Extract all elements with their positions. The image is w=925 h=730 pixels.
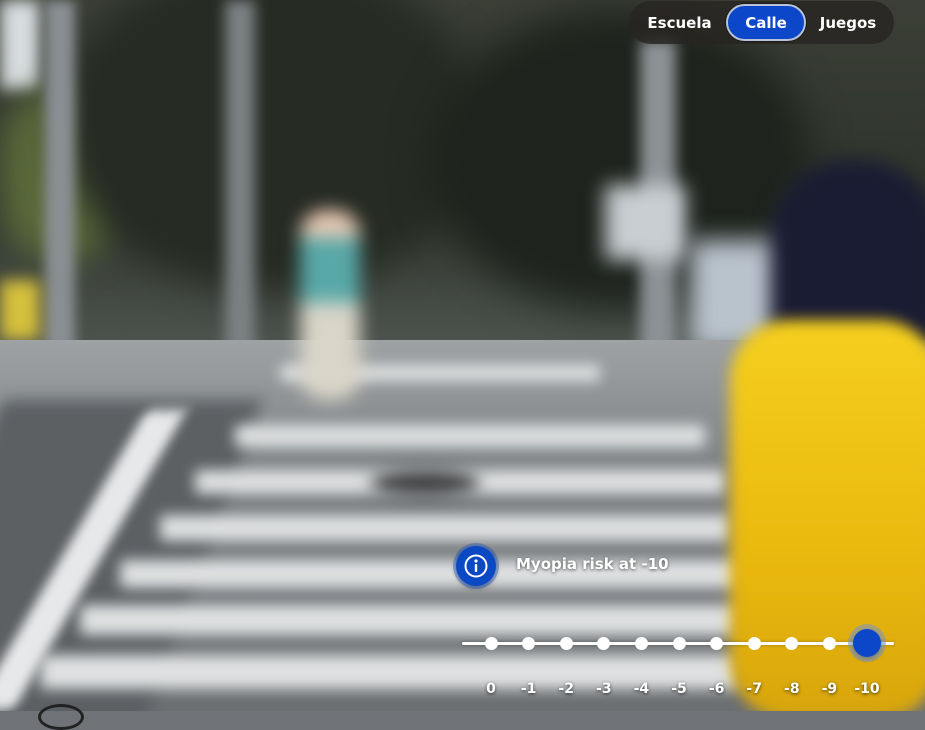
slider-tick-label[interactable]: -2 [546, 681, 586, 697]
slider-stop[interactable] [484, 637, 498, 650]
myopia-risk-label: Myopia risk at -10 [516, 555, 669, 573]
info-button[interactable] [456, 546, 496, 586]
slider-knob[interactable] [853, 629, 881, 657]
corner-handle [38, 704, 84, 730]
slider-stop[interactable] [822, 637, 836, 650]
slider-tick-label[interactable]: -8 [772, 681, 812, 697]
slider-stop[interactable] [597, 637, 611, 650]
tab-calle[interactable]: Calle [726, 4, 806, 41]
scene-tabs: Escuela Calle Juegos [629, 1, 894, 44]
slider-tick-label[interactable]: 0 [471, 681, 511, 697]
slider-stop[interactable] [559, 637, 573, 650]
slider-tick-label[interactable]: -7 [734, 681, 774, 697]
slider-tick-label[interactable]: -10 [847, 681, 887, 697]
slider-stop[interactable] [785, 637, 799, 650]
slider-stop[interactable] [672, 637, 686, 650]
slider-tick-label[interactable]: -4 [621, 681, 661, 697]
slider-stop[interactable] [634, 637, 648, 650]
tab-juegos[interactable]: Juegos [806, 4, 890, 41]
slider-tick-label[interactable]: -3 [584, 681, 624, 697]
slider-tick-label[interactable]: -1 [509, 681, 549, 697]
slider-tick-label[interactable]: -6 [697, 681, 737, 697]
tab-escuela[interactable]: Escuela [633, 4, 726, 41]
slider-tick-label[interactable]: -5 [659, 681, 699, 697]
slider-stop[interactable] [710, 637, 724, 650]
slider-stop[interactable] [522, 637, 536, 650]
info-icon [464, 554, 488, 578]
slider-tick-label[interactable]: -9 [809, 681, 849, 697]
slider-stop[interactable] [747, 637, 761, 650]
myopia-slider[interactable]: 0 -1 -2 -3 -4 -5 -6 -7 -8 -9 -10 [462, 620, 894, 700]
blurred-street-scene [0, 0, 925, 711]
